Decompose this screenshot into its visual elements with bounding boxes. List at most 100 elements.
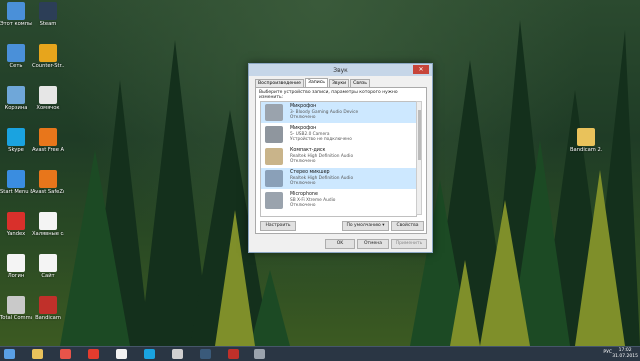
- clock-date: 31.07.2015: [612, 353, 638, 359]
- yandex-browser-icon[interactable]: [116, 349, 127, 359]
- desktop-icon-label: Start Menu 8: [0, 189, 32, 195]
- tab-strip: Воспроизведение Запись Звуки Связь: [255, 78, 371, 87]
- language-indicator[interactable]: РУС: [603, 350, 612, 355]
- sound-dialog: Звук ✕ Воспроизведение Запись Звуки Связь В…: [248, 63, 433, 253]
- device-name: Микрофон: [290, 104, 317, 109]
- scrollbar[interactable]: [416, 101, 422, 215]
- desktop-icon-label: Yandex: [6, 231, 26, 237]
- clock[interactable]: 17:02 31.07.2015: [612, 348, 638, 359]
- desktop-icon-avast-safezone[interactable]: Avast SafeZo...: [32, 170, 64, 195]
- recording-panel: Выберите устройство записи, параметры ко…: [255, 87, 427, 234]
- total-commander-icon: [7, 296, 25, 314]
- device-row[interactable]: Microphone SB X-Fi Xtreme Audio Отключено: [261, 190, 416, 212]
- desktop-icon-hamster[interactable]: Хомячок: [32, 86, 64, 111]
- tab-2[interactable]: Звуки: [328, 79, 350, 87]
- yandex-icon[interactable]: [88, 349, 99, 359]
- desktop-icon-login[interactable]: Логин: [0, 254, 32, 279]
- site-icon: [39, 254, 57, 272]
- device-name: Микрофон: [290, 126, 317, 131]
- desktop-icon-this-pc[interactable]: Этот компьютер: [0, 2, 32, 27]
- network-icon: [7, 44, 25, 62]
- apply-button[interactable]: Применить: [391, 239, 427, 249]
- tab-0[interactable]: Воспроизведение: [255, 79, 304, 87]
- desktop-icon-skype[interactable]: Skype: [0, 128, 32, 153]
- title-bar[interactable]: Звук ✕: [249, 64, 432, 76]
- desktop-icon-total-commander[interactable]: Total Command...: [0, 296, 32, 321]
- set-default-button[interactable]: По умолчанию ▾: [342, 221, 389, 231]
- bandicam-icon[interactable]: [228, 349, 239, 359]
- taskbar: РУС 17:02 31.07.2015: [0, 346, 640, 361]
- steam-icon[interactable]: [200, 349, 211, 359]
- hamster-icon: [39, 86, 57, 104]
- device-icon: [265, 126, 283, 143]
- device-status: Отключено: [290, 203, 316, 208]
- desktop-icon-label: Bandicam 2.0.0.428 Th...: [570, 147, 602, 153]
- skype-icon[interactable]: [144, 349, 155, 359]
- desktop-icon-label: Халявные сайты: [32, 231, 64, 237]
- desktop-icon-steam[interactable]: Steam: [32, 2, 64, 27]
- desktop-icon-label: Хомячок: [36, 105, 60, 111]
- scroll-thumb[interactable]: [418, 110, 421, 160]
- configure-button[interactable]: Настроить: [260, 221, 296, 231]
- device-status: Устройство не подключено: [290, 137, 352, 142]
- device-icon: [265, 148, 283, 165]
- start-menu-8-icon: [7, 170, 25, 188]
- tab-3[interactable]: Связь: [350, 79, 370, 87]
- dialog-title: Звук: [333, 67, 348, 74]
- desktop-icon-label: Логин: [7, 273, 25, 279]
- desktop-icon-label: Сеть: [9, 63, 23, 69]
- this-pc-icon: [7, 2, 25, 20]
- avast-safezone-icon: [39, 170, 57, 188]
- desktop-icon-bandicam-folder[interactable]: Bandicam 2.0.0.428 Th...: [570, 128, 602, 153]
- login-icon: [7, 254, 25, 272]
- desktop-icon-label: Avast SafeZo...: [32, 189, 64, 195]
- desktop-icon-label: Steam: [39, 21, 57, 27]
- device-status: Отключено: [290, 181, 316, 186]
- device-row[interactable]: Микрофон 5- USB2.0 Camera Устройство не по…: [261, 124, 416, 146]
- tab-1[interactable]: Запись: [305, 78, 328, 87]
- device-row[interactable]: Микрофон 3- Bloody Gaming Audio Device Отк…: [261, 102, 416, 124]
- chrome-icon[interactable]: [60, 349, 71, 359]
- device-status: Отключено: [290, 159, 316, 164]
- desktop-icon-csgo[interactable]: Counter-Str... Global Offe...: [32, 44, 64, 69]
- free-sites-icon: [39, 212, 57, 230]
- steam-icon: [39, 2, 57, 20]
- csgo-icon: [39, 44, 57, 62]
- device-name: Microphone: [290, 192, 318, 197]
- desktop-icon-start-menu-8[interactable]: Start Menu 8: [0, 170, 32, 195]
- desktop-icon-bandicam[interactable]: Bandicam: [32, 296, 64, 321]
- recycle-bin-icon: [7, 86, 25, 104]
- desktop-icon-label: Total Command...: [0, 315, 32, 321]
- desktop-icon-label: Сайт: [41, 273, 55, 279]
- device-status: Отключено: [290, 115, 316, 120]
- desktop-icon-free-sites[interactable]: Халявные сайты: [32, 212, 64, 237]
- instruction-text: Выберите устройство записи, параметры ко…: [259, 90, 398, 100]
- desktop-icon-label: Bandicam: [35, 315, 61, 321]
- desktop-icon-yandex[interactable]: Yandex: [0, 212, 32, 237]
- bandicam-icon: [39, 296, 57, 314]
- device-row[interactable]: Компакт-диск Realtek High Definition Audi…: [261, 146, 416, 168]
- folder-icon[interactable]: [172, 349, 183, 359]
- skype-icon: [7, 128, 25, 146]
- yandex-icon: [7, 212, 25, 230]
- desktop-icon-network[interactable]: Сеть: [0, 44, 32, 69]
- sound-icon[interactable]: [254, 349, 265, 359]
- cancel-button[interactable]: Отмена: [357, 239, 389, 249]
- ok-button[interactable]: OK: [325, 239, 355, 249]
- explorer-icon[interactable]: [32, 349, 43, 359]
- device-row[interactable]: Стерео микшер Realtek High Definition Aud…: [261, 168, 416, 190]
- folder-icon: [577, 128, 595, 146]
- desktop-icon-label: Counter-Str... Global Offe...: [32, 63, 64, 69]
- desktop-icon-site[interactable]: Сайт: [32, 254, 64, 279]
- desktop-icon-avast[interactable]: Avast Free Antivirus: [32, 128, 64, 153]
- device-list[interactable]: Микрофон 3- Bloody Gaming Audio Device Отк…: [260, 101, 417, 217]
- device-icon: [265, 104, 283, 121]
- desktop-icon-label: Корзина: [4, 105, 28, 111]
- start-icon[interactable]: [4, 349, 15, 359]
- desktop-icon-label: Skype: [8, 147, 24, 153]
- desktop-icon-label: Avast Free Antivirus: [32, 147, 64, 153]
- device-icon: [265, 192, 283, 209]
- close-button[interactable]: ✕: [413, 65, 429, 74]
- properties-button[interactable]: Свойства: [391, 221, 424, 231]
- desktop-icon-recycle-bin[interactable]: Корзина: [0, 86, 32, 111]
